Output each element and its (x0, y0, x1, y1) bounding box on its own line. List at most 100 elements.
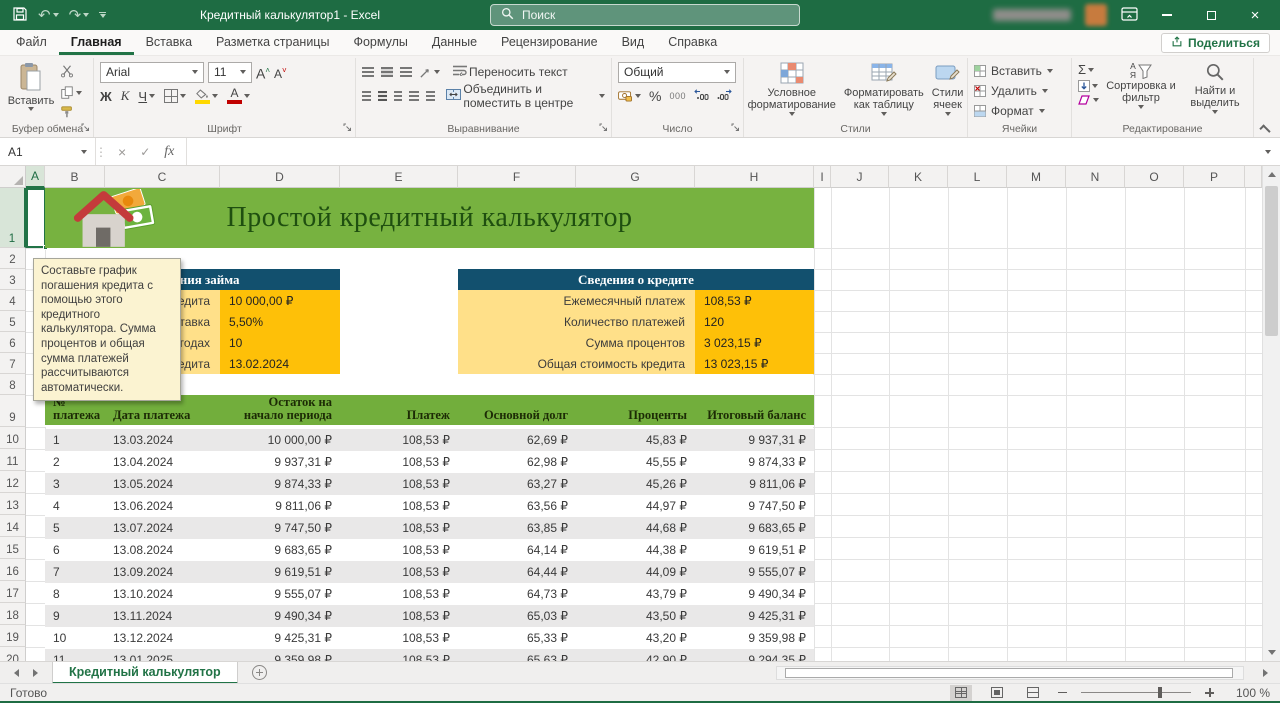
font-color-button[interactable]: A (227, 88, 250, 104)
column-header-M[interactable]: M (1007, 166, 1066, 188)
row-header-10[interactable]: 10 (0, 427, 26, 449)
row-header-8[interactable]: 8 (0, 374, 26, 395)
save-icon[interactable] (12, 6, 28, 25)
conditional-formatting-button[interactable]: Условное форматирование (748, 60, 836, 116)
zoom-out-button[interactable] (1058, 692, 1067, 694)
number-format-select[interactable]: Общий (618, 62, 736, 83)
column-header-B[interactable]: B (45, 166, 105, 188)
align-top-button[interactable] (362, 67, 374, 77)
accounting-format-button[interactable] (618, 90, 641, 102)
row-header-20[interactable]: 20 (0, 647, 26, 661)
format-cells-button[interactable]: Формат (974, 101, 1065, 120)
row-header-3[interactable]: 3 (0, 269, 26, 290)
row-header-16[interactable]: 16 (0, 559, 26, 581)
decrease-indent-button[interactable] (409, 91, 419, 101)
horizontal-scrollbar[interactable] (776, 666, 1244, 680)
row-header-6[interactable]: 6 (0, 332, 26, 353)
schedule-row[interactable]: 813.10.20249 555,07 ₽108,53 ₽64,73 ₽43,7… (45, 583, 814, 605)
borders-button[interactable] (164, 89, 186, 103)
increase-indent-button[interactable] (426, 91, 436, 101)
autosum-button[interactable]: Σ (1078, 62, 1099, 77)
find-select-button[interactable]: Найти и выделить (1183, 60, 1247, 114)
add-sheet-button[interactable] (252, 665, 267, 680)
maximize-button[interactable] (1196, 3, 1226, 27)
tab-вид[interactable]: Вид (610, 31, 657, 55)
wrap-text-button[interactable]: Переносить текст (453, 65, 568, 79)
insert-function-icon[interactable]: fx (164, 144, 174, 160)
close-button[interactable]: × (1240, 3, 1270, 27)
ribbon-display-options-icon[interactable] (1121, 7, 1138, 24)
increase-decimal-button[interactable] (694, 89, 709, 103)
schedule-row[interactable]: 113.03.202410 000,00 ₽108,53 ₽62,69 ₽45,… (45, 429, 814, 451)
align-left-button[interactable] (362, 91, 371, 101)
format-as-table-button[interactable]: Форматировать как таблицу (844, 60, 924, 116)
tab-рецензирование[interactable]: Рецензирование (489, 31, 610, 55)
paste-button[interactable]: Вставить (8, 60, 54, 122)
column-header-P[interactable]: P (1184, 166, 1245, 188)
tab-справка[interactable]: Справка (656, 31, 729, 55)
tab-файл[interactable]: Файл (4, 31, 59, 55)
fill-button[interactable] (1078, 80, 1099, 92)
row-header-12[interactable]: 12 (0, 471, 26, 493)
customize-qat-icon[interactable] (99, 12, 106, 19)
column-header-D[interactable]: D (220, 166, 340, 188)
comma-style-button[interactable]: 000 (669, 91, 686, 101)
scroll-down-icon[interactable] (1268, 650, 1276, 655)
formula-enter-icon[interactable]: ✓ (140, 145, 150, 159)
row-header-9[interactable]: 9 (0, 395, 26, 427)
schedule-row[interactable]: 413.06.20249 811,06 ₽108,53 ₽63,56 ₽44,9… (45, 495, 814, 517)
align-right-button[interactable] (394, 91, 403, 101)
decrease-font-button[interactable]: A˅ (274, 65, 287, 80)
next-sheet-icon[interactable] (33, 669, 38, 677)
font-name-select[interactable]: Arial (100, 62, 204, 83)
collapse-ribbon-button[interactable] (1259, 124, 1270, 135)
column-header-N[interactable]: N (1066, 166, 1125, 188)
redo-button[interactable]: ↷ (69, 8, 90, 23)
view-page-layout-button[interactable] (986, 685, 1008, 701)
merge-center-button[interactable]: Объединить и поместить в центре (446, 82, 605, 110)
column-header-O[interactable]: O (1125, 166, 1184, 188)
minimize-button[interactable] (1152, 3, 1182, 27)
formula-cancel-icon[interactable]: × (118, 144, 126, 160)
increase-font-button[interactable]: A˄ (256, 65, 270, 80)
row-header-19[interactable]: 19 (0, 625, 26, 647)
schedule-row[interactable]: 1113.01.20259 359,98 ₽108,53 ₽65,63 ₽42,… (45, 649, 814, 661)
search-input[interactable]: Поиск (490, 4, 800, 26)
schedule-row[interactable]: 513.07.20249 747,50 ₽108,53 ₽63,85 ₽44,6… (45, 517, 814, 539)
cut-icon[interactable] (60, 64, 82, 81)
clipboard-dialog-launcher[interactable] (81, 121, 90, 135)
share-button[interactable]: Поделиться (1161, 33, 1270, 53)
column-header-H[interactable]: H (695, 166, 814, 188)
font-dialog-launcher[interactable] (343, 121, 352, 135)
scroll-right-icon[interactable] (1263, 669, 1268, 677)
column-header-A[interactable]: A (26, 166, 45, 188)
cell-styles-button[interactable]: Стили ячеек (932, 60, 964, 116)
clear-button[interactable] (1078, 95, 1099, 105)
select-all-corner[interactable] (0, 166, 26, 188)
row-header-18[interactable]: 18 (0, 603, 26, 625)
column-header-I[interactable]: I (814, 166, 831, 188)
vertical-scrollbar[interactable] (1262, 166, 1280, 661)
fill-color-button[interactable] (195, 89, 218, 104)
sheet-tab[interactable]: Кредитный калькулятор (52, 662, 238, 684)
orientation-button[interactable] (419, 66, 440, 79)
column-header-C[interactable]: C (105, 166, 220, 188)
name-box[interactable]: A1 (0, 138, 96, 165)
font-size-select[interactable]: 11 (208, 62, 252, 83)
expand-formula-bar-icon[interactable] (1256, 138, 1280, 165)
row-header-17[interactable]: 17 (0, 581, 26, 603)
schedule-row[interactable]: 613.08.20249 683,65 ₽108,53 ₽64,14 ₽44,3… (45, 539, 814, 561)
cell-a1-selected[interactable] (26, 188, 46, 248)
schedule-row[interactable]: 313.05.20249 874,33 ₽108,53 ₽63,27 ₽45,2… (45, 473, 814, 495)
insert-cells-button[interactable]: Вставить (974, 61, 1065, 80)
view-page-break-button[interactable] (1022, 685, 1044, 701)
prev-sheet-icon[interactable] (14, 669, 19, 677)
schedule-row[interactable]: 713.09.20249 619,51 ₽108,53 ₽64,44 ₽44,0… (45, 561, 814, 583)
decrease-decimal-button[interactable] (717, 89, 732, 103)
tab-формулы[interactable]: Формулы (341, 31, 419, 55)
format-painter-icon[interactable] (60, 105, 82, 122)
view-normal-button[interactable] (950, 685, 972, 701)
column-header-L[interactable]: L (948, 166, 1007, 188)
column-header-E[interactable]: E (340, 166, 458, 188)
zoom-slider[interactable] (1081, 692, 1191, 693)
